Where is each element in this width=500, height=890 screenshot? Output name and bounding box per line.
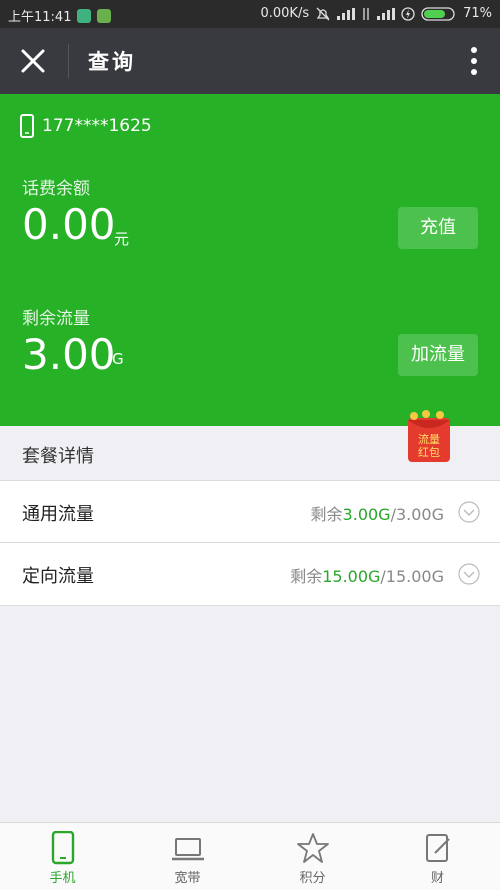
remaining-prefix: 剩余 [310,505,343,524]
chevron-down-icon[interactable] [458,501,480,523]
plan-item-name: 通用流量 [22,504,94,525]
plan-item-name: 定向流量 [22,566,94,587]
total-amount: /3.00G [390,505,444,524]
tab-label: 宽带 [174,871,201,886]
plan-item-value: 剩余15.00G/15.00G [290,563,444,587]
charging-icon [401,6,415,21]
title-bar: 查询 [0,28,500,94]
data-value: 3.00 [22,330,116,379]
star-icon [296,833,329,863]
signal-2-icon [377,7,396,20]
plan-item-general-data[interactable]: 通用流量 剩余3.00G/3.00G [0,480,500,543]
tab-label: 财 [430,871,444,886]
mobile-phone-icon [20,114,34,138]
phone-number: 177****1625 [42,116,152,136]
status-time: 上午11:41 [8,10,72,25]
plan-item-value: 剩余3.00G/3.00G [311,501,444,525]
phone-icon [51,831,74,865]
plan-section-title: 套餐详情 [22,446,94,467]
chevron-down-icon[interactable] [458,563,480,585]
red-packet-line1: 流量 [418,432,440,446]
battery-icon [421,6,455,21]
account-panel: 177****1625 话费余额 0.00 元 充值 剩余流量 3.00 G 加… [0,94,500,426]
data-arrows-icon [363,7,369,20]
total-amount: /15.00G [380,567,444,586]
remaining-amount: 3.00G [342,505,391,524]
notification-app-icon [97,8,112,23]
network-speed: 0.00K/s [260,6,310,21]
battery-level: 71% [463,6,492,21]
data-unit: G [112,350,124,368]
tab-broadband[interactable]: 宽带 [125,823,250,890]
red-packet-icon[interactable]: 流量 红包 [404,410,454,464]
close-icon[interactable] [18,46,48,76]
bottom-tab-bar: 手机 宽带 积分 财 [0,822,500,890]
phone-number-row: 177****1625 [20,114,152,138]
remaining-prefix: 剩余 [290,567,323,586]
red-packet-line2: 红包 [418,446,440,459]
edit-icon [425,834,450,862]
balance-unit: 元 [114,230,130,248]
laptop-icon [171,838,204,861]
recharge-button[interactable]: 充值 [398,207,478,249]
plan-item-directed-data[interactable]: 定向流量 剩余15.00G/15.00G [0,542,500,606]
tab-finance[interactable]: 财 [375,823,500,890]
status-left: 上午11:41 [8,6,112,25]
data-label: 剩余流量 [22,309,90,329]
tab-points[interactable]: 积分 [250,823,375,890]
mute-bell-icon [316,7,330,20]
shield-app-icon [77,8,92,23]
balance-value: 0.00 [22,200,116,249]
balance-label: 话费余额 [22,179,90,199]
more-menu-icon[interactable] [470,46,478,76]
remaining-amount: 15.00G [322,567,381,586]
tab-phone[interactable]: 手机 [0,823,125,890]
page-title: 查询 [88,50,136,74]
tab-label: 积分 [299,871,326,886]
status-bar: 上午11:41 0.00K/s 71% [0,0,500,28]
status-right: 0.00K/s 71% [260,6,492,21]
tab-label: 手机 [49,871,76,886]
add-data-button[interactable]: 加流量 [398,334,478,376]
signal-icon [337,7,356,20]
title-divider [68,44,69,78]
